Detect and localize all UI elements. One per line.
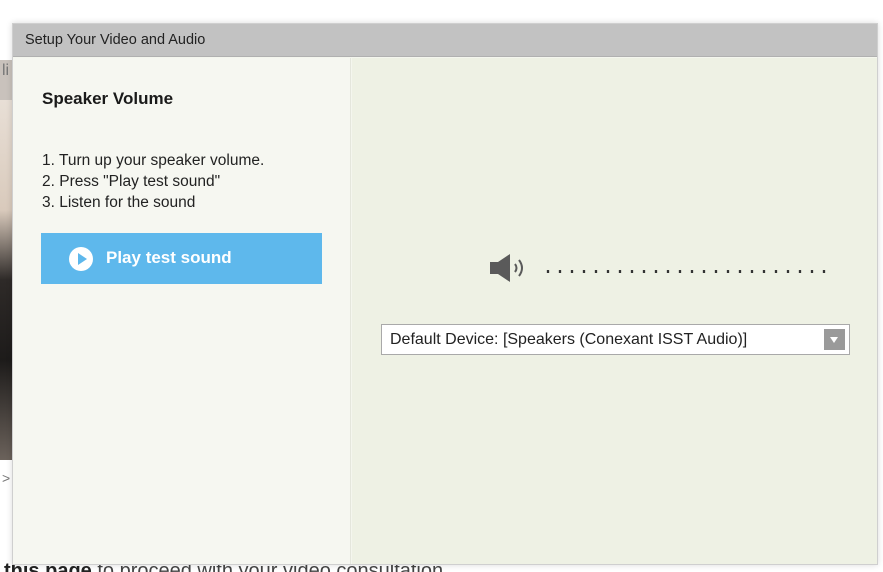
- background-text-fragment: li: [2, 62, 10, 79]
- background-arrow-fragment: >: [2, 470, 11, 486]
- dropdown-arrow-icon[interactable]: [824, 329, 845, 350]
- volume-level-indicator: ........................: [542, 257, 831, 280]
- play-test-sound-label: Play test sound: [106, 248, 232, 267]
- setup-dialog: Setup Your Video and Audio Speaker Volum…: [12, 23, 878, 565]
- dialog-titlebar[interactable]: Setup Your Video and Audio: [13, 24, 877, 57]
- step-2: 2. Press "Play test sound": [42, 173, 221, 190]
- play-test-sound-button[interactable]: Play test sound: [41, 233, 322, 284]
- speaker-device-value: Default Device: [Speakers (Conexant ISST…: [390, 331, 748, 348]
- background-top: [0, 0, 883, 22]
- speaker-volume-heading: Speaker Volume: [42, 89, 174, 108]
- speaker-icon: [490, 254, 523, 282]
- step-1: 1. Turn up your speaker volume.: [42, 152, 265, 169]
- left-pane: Speaker Volume 1. Turn up your speaker v…: [13, 58, 351, 564]
- instruction-steps: 1. Turn up your speaker volume. 2. Press…: [42, 150, 264, 213]
- speaker-device-select[interactable]: Default Device: [Speakers (Conexant ISST…: [381, 324, 850, 355]
- dialog-title: Setup Your Video and Audio: [25, 32, 206, 48]
- background-page-edge: [0, 60, 12, 460]
- play-icon: [69, 247, 93, 271]
- step-3: 3. Listen for the sound: [42, 194, 196, 211]
- right-pane: ........................ Default Device:…: [352, 58, 877, 564]
